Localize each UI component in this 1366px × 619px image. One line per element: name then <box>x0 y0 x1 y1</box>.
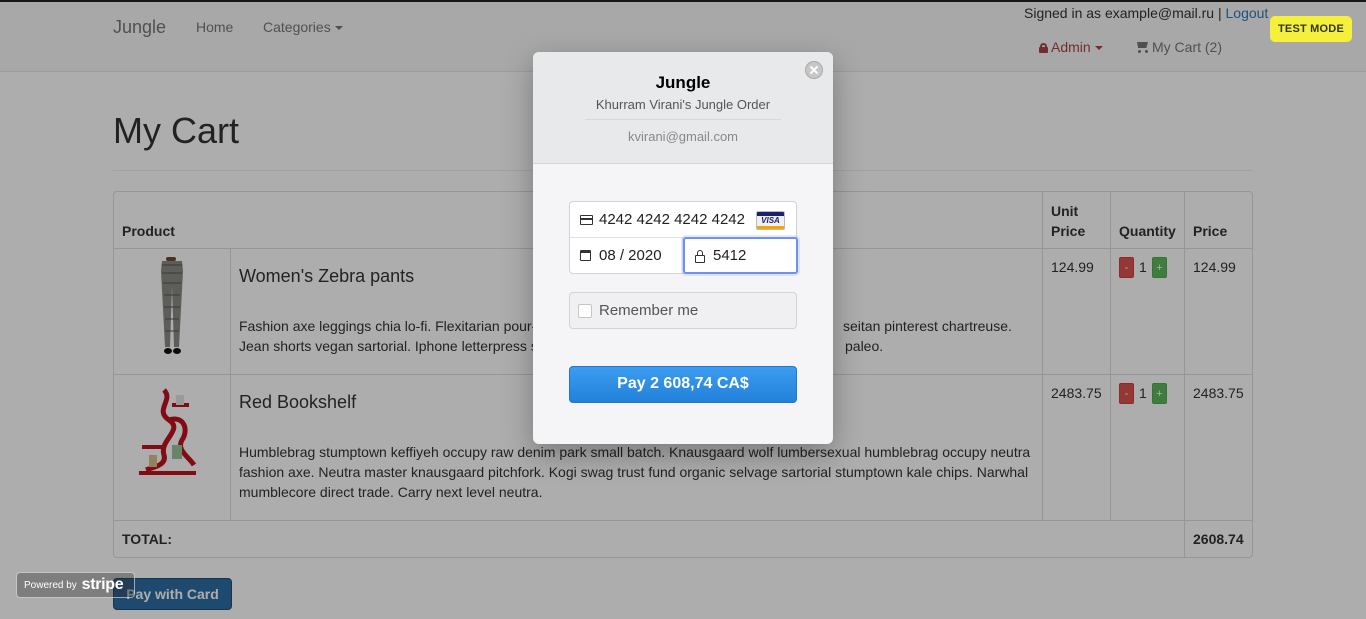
powered-by-stripe-badge[interactable]: Powered by stripe <box>16 572 135 598</box>
powered-by-text: Powered by <box>24 580 77 591</box>
visa-label: VISA <box>761 216 780 225</box>
card-number-value: 4242 4242 4242 4242 <box>599 211 745 228</box>
remember-me-checkbox[interactable] <box>578 304 592 318</box>
test-mode-badge: TEST MODE <box>1270 16 1352 42</box>
credit-card-icon <box>580 215 593 225</box>
stripe-logo: stripe <box>81 576 124 593</box>
lock-icon <box>695 250 705 263</box>
expiry-value: 08 / 2020 <box>599 247 662 264</box>
cvc-field[interactable]: 5412 <box>683 237 798 274</box>
checkout-header: Jungle Khurram Virani's Jungle Order kvi… <box>533 52 833 164</box>
checkout-title: Jungle <box>655 73 711 92</box>
card-number-field[interactable]: 4242 4242 4242 4242 VISA <box>570 202 796 238</box>
remember-me-label: Remember me <box>599 302 699 319</box>
visa-icon: VISA <box>756 211 785 230</box>
close-icon[interactable] <box>805 61 823 79</box>
header-divider <box>585 119 781 120</box>
card-fields: 4242 4242 4242 4242 VISA 08 / 2020 5412 <box>569 201 798 274</box>
remember-me-toggle[interactable]: Remember me <box>569 292 797 329</box>
expiry-field[interactable]: 08 / 2020 <box>570 238 683 273</box>
checkout-modal: Jungle Khurram Virani's Jungle Order kvi… <box>533 52 833 444</box>
pay-button[interactable]: Pay 2 608,74 CA$ <box>569 366 797 403</box>
cvc-value: 5412 <box>713 247 747 264</box>
checkout-subtitle: Khurram Virani's Jungle Order <box>595 97 771 112</box>
checkout-email[interactable]: kvirani@gmail.com <box>533 129 833 144</box>
calendar-icon <box>580 250 591 261</box>
